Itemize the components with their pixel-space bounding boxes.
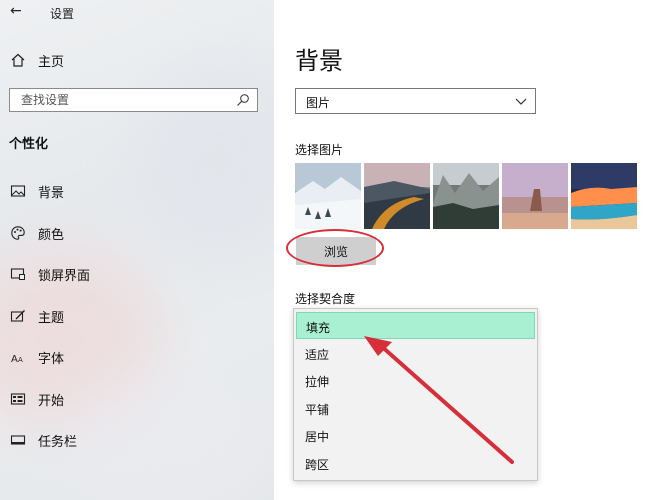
section-title: 个性化 [9,137,49,152]
search-icon[interactable] [236,93,250,107]
taskbar-icon [10,435,26,445]
fit-dropdown-list[interactable]: 填充 适应 拉伸 平铺 居中 跨区 [293,308,538,481]
page-title: 背景 [295,47,343,75]
sidebar-item-label: 锁屏界面 [38,269,91,284]
sidebar-item-label: 字体 [38,352,65,367]
fit-option[interactable]: 填充 [296,312,535,339]
main-content: 背景 图片 选择图片 浏览 选择契合度 填充 适应 拉伸 平铺 居中 跨区 [274,0,657,500]
wallpaper-thumbnail[interactable] [364,163,430,229]
svg-text:A: A [11,354,18,365]
browse-button[interactable]: 浏览 [296,237,376,265]
brush-icon [10,310,25,322]
font-icon: A A [11,354,23,365]
wallpaper-thumbnail[interactable] [295,163,361,229]
fit-option-label: 拉伸 [305,375,330,389]
sidebar-item-taskbar[interactable]: 任务栏 [0,428,274,456]
choose-picture-label: 选择图片 [295,143,344,157]
search-field[interactable] [9,88,258,112]
beach-sunset-image [571,163,637,229]
sidebar-item-label: 任务栏 [38,435,78,450]
fit-option[interactable]: 跨区 [296,450,535,477]
coastal-road-image [364,163,430,229]
fit-option-label: 平铺 [305,403,330,417]
mountain-valley-image [433,163,499,229]
select-value: 图片 [306,96,331,110]
snow-landscape-image [295,163,361,229]
fit-option-label: 居中 [305,430,330,444]
wallpaper-thumbnail[interactable] [571,163,637,229]
fit-option-label: 填充 [306,321,331,335]
lock-screen-icon [10,268,25,280]
home-icon [11,53,25,67]
sidebar-item-start[interactable]: 开始 [0,387,274,415]
sidebar-item-label: 背景 [38,186,65,201]
chevron-down-icon [515,98,527,105]
wallpaper-thumbnail[interactable] [502,163,568,229]
start-icon [10,393,26,405]
fit-option[interactable]: 平铺 [296,395,535,422]
sidebar-item-background[interactable]: 背景 [0,179,274,207]
search-input[interactable] [21,92,231,108]
fit-option[interactable]: 适应 [296,340,535,367]
svg-text:A: A [18,356,23,364]
sidebar: ← 设置 主页 个性化 背景 颜色 锁屏界面 [0,0,274,500]
title-bar: ← 设置 [0,0,274,24]
wallpaper-thumbnail[interactable] [433,163,499,229]
sidebar-item-colors[interactable]: 颜色 [0,221,274,249]
app-title: 设置 [50,7,75,21]
sidebar-item-label: 主题 [38,311,65,326]
sidebar-item-label: 开始 [38,394,65,409]
fit-option[interactable]: 拉伸 [296,367,535,394]
choose-fit-label: 选择契合度 [295,292,356,306]
palette-icon [11,226,25,240]
sidebar-item-fonts[interactable]: A A 字体 [0,345,274,373]
sidebar-item-label: 颜色 [38,228,65,243]
fit-option[interactable]: 居中 [296,422,535,449]
fit-option-label: 适应 [305,348,330,362]
sidebar-item-label: 主页 [38,55,65,70]
picture-icon [10,185,26,197]
fit-option-label: 跨区 [305,458,330,472]
background-type-select[interactable]: 图片 [295,88,536,114]
sidebar-item-home[interactable]: 主页 [0,48,274,74]
desert-rock-image [502,163,568,229]
sidebar-item-lock-screen[interactable]: 锁屏界面 [0,262,274,290]
sidebar-item-themes[interactable]: 主题 [0,304,274,332]
arrow-left-icon[interactable]: ← [10,3,22,19]
